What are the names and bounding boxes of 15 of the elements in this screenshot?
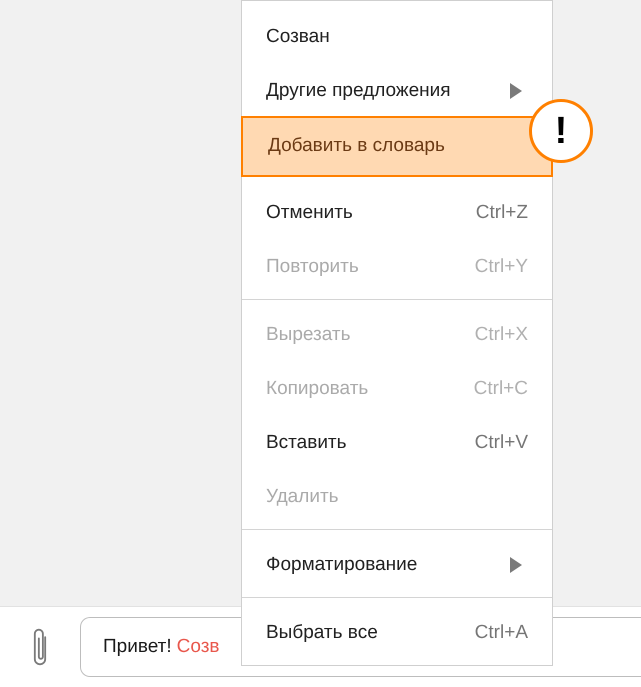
shortcut-label: Ctrl+C: [474, 376, 528, 401]
paperclip-icon[interactable]: [31, 628, 49, 666]
menu-item[interactable]: Отменить Ctrl+Z: [242, 186, 552, 240]
menu-item[interactable]: Выбрать все Ctrl+A: [242, 606, 552, 660]
menu-item[interactable]: Форматирование: [242, 538, 552, 592]
menu-item[interactable]: Добавить в словарь: [241, 116, 553, 177]
shortcut-label: Ctrl+Y: [474, 254, 528, 279]
menu-item[interactable]: Вставить Ctrl+V: [242, 416, 552, 470]
shortcut-label: Ctrl+X: [474, 322, 528, 347]
message-text: Созв: [176, 634, 220, 659]
shortcut-label: Ctrl+V: [474, 430, 528, 455]
message-text: Привет!: [103, 634, 172, 659]
menu-item[interactable]: Созван: [242, 10, 552, 64]
shortcut-label: Ctrl+Z: [476, 200, 528, 225]
shortcut-label: Ctrl+A: [474, 620, 528, 645]
